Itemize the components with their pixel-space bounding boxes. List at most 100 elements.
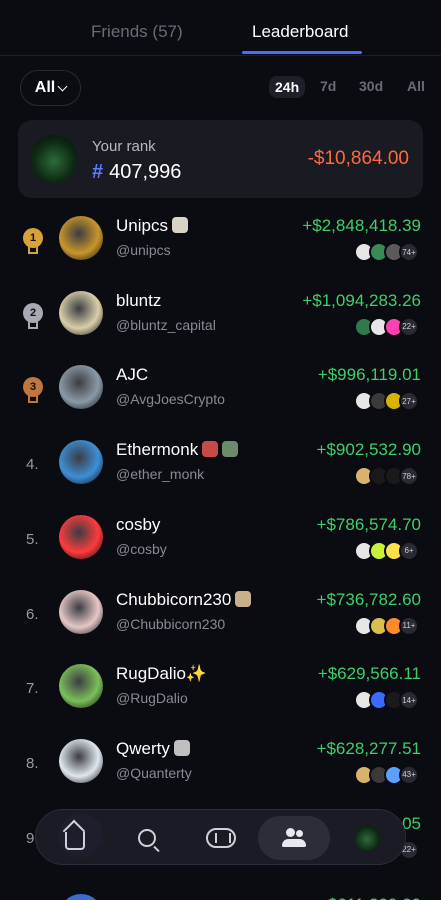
user-handle: @Chubbicorn230: [116, 615, 226, 632]
avatar[interactable]: [59, 365, 103, 410]
leaderboard-row[interactable]: 1 Unipcs @unipcs +$2,848,418.39 74+: [0, 204, 441, 278]
user-handle: @AvgJoesCrypto: [116, 391, 225, 408]
wave-icon: [206, 828, 236, 848]
nav-search[interactable]: [125, 816, 169, 860]
leaderboard-row[interactable]: 4. Ethermonk @ether_monk +$902,532.90 78+: [0, 428, 441, 502]
more-tokens-count: 78+: [399, 466, 419, 487]
search-icon: [138, 829, 156, 847]
users-icon: [282, 828, 306, 848]
avatar[interactable]: [59, 216, 103, 260]
user-name[interactable]: Unipcs: [116, 216, 168, 235]
tab-friends[interactable]: Friends (57): [91, 22, 183, 42]
avatar[interactable]: [59, 738, 103, 783]
more-tokens-count: 74+: [399, 242, 419, 262]
medal-bronze-icon: 3: [23, 377, 43, 404]
holdings-stack[interactable]: 22+: [354, 316, 419, 337]
holdings-stack[interactable]: 11+: [354, 615, 419, 636]
nav-feed[interactable]: [199, 816, 243, 860]
rank-number: 7.: [26, 680, 39, 698]
period-24h[interactable]: 24h: [269, 76, 306, 98]
profile-badge-icon: [171, 217, 188, 233]
user-name[interactable]: RugDalio✨: [116, 664, 207, 683]
scope-dropdown[interactable]: All: [20, 70, 81, 106]
profile-badge-icon: [235, 590, 252, 607]
leaderboard-row-partial[interactable]: +$611,300.00: [0, 882, 441, 900]
medal-silver-icon: 2: [23, 302, 43, 329]
profile-badge-icon: [173, 739, 190, 756]
user-name[interactable]: Ethermonk: [116, 440, 198, 459]
leaderboard-row[interactable]: 7. RugDalio✨ @RugDalio +$629,566.11 14+: [0, 652, 441, 726]
user-handle: @unipcs: [116, 242, 171, 258]
leaderboard-row[interactable]: 2 bluntz @bluntz_capital +$1,094,283.26 22+: [0, 279, 441, 353]
more-tokens-count: 22+: [399, 316, 419, 337]
avatar[interactable]: [59, 894, 103, 900]
period-7d[interactable]: 7d: [320, 78, 336, 94]
holdings-stack[interactable]: 27+: [354, 391, 419, 412]
holdings-stack[interactable]: 22+: [399, 839, 419, 860]
more-tokens-count: 11+: [399, 615, 419, 636]
chevron-down-icon: [57, 81, 68, 91]
your-pnl: -$10,864.00: [307, 148, 409, 169]
medal-rank-number: 2: [23, 302, 43, 323]
nav-profile[interactable]: [345, 816, 389, 860]
avatar[interactable]: [59, 589, 103, 634]
profile-badge-icon: [222, 441, 239, 458]
holdings-stack[interactable]: 14+: [354, 690, 419, 711]
user-name-line: bluntz: [116, 291, 161, 311]
your-rank-label: Your rank: [92, 138, 156, 155]
rank-number: 6.: [26, 605, 39, 623]
medal-rank-number: 1: [23, 228, 43, 248]
user-handle: @cosby: [116, 540, 167, 557]
more-tokens-count: 27+: [399, 391, 419, 412]
user-handle: @RugDalio: [116, 690, 188, 707]
top-tabs: Friends (57) Leaderboard: [0, 0, 441, 56]
pnl-value: +$996,119.01: [317, 365, 421, 385]
holdings-stack[interactable]: 6+: [354, 540, 419, 561]
period-30d[interactable]: 30d: [359, 78, 383, 94]
home-icon: [65, 832, 85, 850]
medal-gold-icon: 1: [23, 228, 43, 254]
more-tokens-count: 43+: [399, 764, 419, 785]
leaderboard-row[interactable]: 8. Qwerty @Quanterty +$628,277.51 43+: [0, 727, 441, 801]
avatar[interactable]: [59, 664, 103, 709]
avatar[interactable]: [59, 514, 103, 559]
user-name[interactable]: bluntz: [116, 291, 161, 310]
user-name-line: Qwerty: [116, 739, 190, 759]
tab-leaderboard[interactable]: Leaderboard: [252, 22, 348, 42]
leaderboard-row[interactable]: 3 AJC @AvgJoesCrypto +$996,119.01 27+: [0, 353, 441, 427]
holdings-stack[interactable]: 78+: [354, 466, 419, 487]
bottom-nav: [35, 809, 406, 865]
pnl-value: +$902,532.90: [316, 440, 421, 460]
filter-row: All 24h 7d 30d All: [0, 70, 441, 108]
rank-number: 8.: [26, 754, 39, 772]
pnl-value: +$2,848,418.39: [302, 216, 421, 235]
avatar[interactable]: [59, 290, 103, 335]
holdings-stack[interactable]: 43+: [354, 764, 419, 785]
leaderboard-row[interactable]: 6. Chubbicorn230 @Chubbicorn230 +$736,782.6…: [0, 578, 441, 652]
hash-symbol: #: [92, 161, 104, 183]
nav-home[interactable]: [53, 816, 97, 860]
nav-friends[interactable]: [258, 816, 330, 860]
pnl-value: +$786,574.70: [316, 514, 421, 534]
pnl-value: +$736,782.60: [316, 589, 421, 609]
pnl-value: +$1,094,283.26: [302, 290, 421, 310]
user-name-line: Unipcs: [116, 216, 188, 236]
period-all[interactable]: All: [407, 78, 425, 94]
pnl-value: +$628,277.51: [316, 738, 421, 758]
your-rank-card[interactable]: Your rank #407,996 -$10,864.00: [18, 120, 423, 198]
user-name[interactable]: AJC: [116, 365, 148, 384]
user-handle: @ether_monk: [116, 466, 205, 483]
holdings-stack[interactable]: 74+: [354, 242, 419, 262]
avatar[interactable]: [59, 440, 103, 485]
rank-number: 4.: [26, 456, 39, 474]
user-name-line: RugDalio✨: [116, 664, 207, 684]
user-name[interactable]: Qwerty: [116, 739, 170, 758]
medal-rank-number: 3: [23, 377, 43, 398]
user-name[interactable]: cosby: [116, 515, 160, 534]
active-tab-indicator: [242, 51, 362, 54]
profile-badge-icon: [202, 441, 219, 458]
profile-avatar-icon: [354, 825, 380, 851]
user-name[interactable]: Chubbicorn230: [116, 590, 231, 609]
user-name-line: Ethermonk: [116, 440, 239, 460]
leaderboard-row[interactable]: 5. cosby @cosby +$786,574.70 6+: [0, 503, 441, 577]
